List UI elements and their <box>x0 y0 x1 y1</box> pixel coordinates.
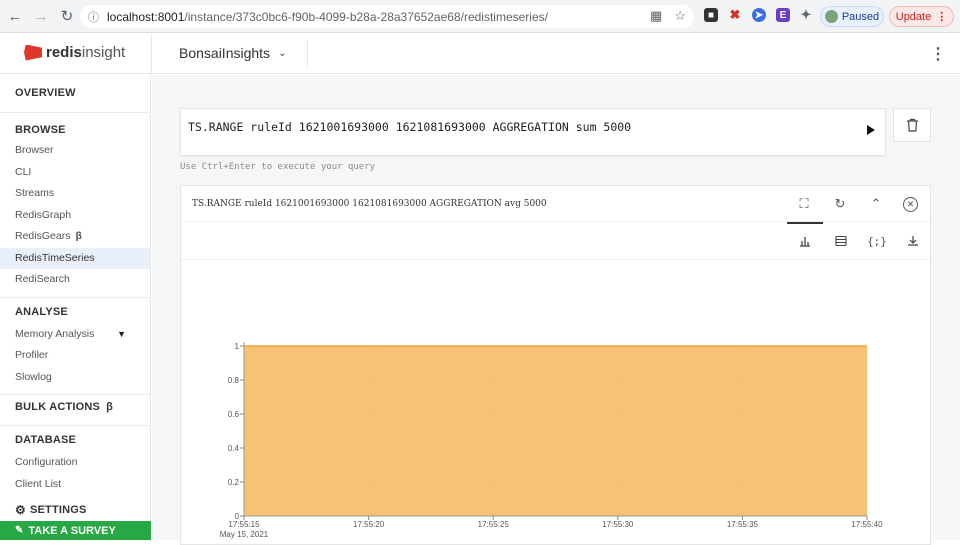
database-selector[interactable]: BonsaiInsights ⌄ <box>179 45 286 61</box>
sidebar: OVERVIEW BROWSE Browser CLI Streams Redi… <box>0 75 151 540</box>
update-button[interactable]: Update ⋮ <box>889 6 954 27</box>
reload-icon[interactable]: ↻ <box>56 5 78 27</box>
extension-icon-x[interactable]: ✖ <box>728 7 742 22</box>
sidebar-item-redisgears[interactable]: RedisGears β <box>0 226 150 248</box>
url-path: /instance/373c0bc6-f90b-4099-b28a-28a376… <box>184 9 548 24</box>
gear-icon: ⚙ <box>15 503 26 517</box>
more-vert-icon: ⋮ <box>936 11 948 23</box>
sidebar-divider <box>0 112 150 113</box>
y-tick-label: 0.6 <box>228 410 240 419</box>
x-tick-label: 17:55:35 <box>727 520 759 529</box>
delete-button[interactable] <box>893 108 931 142</box>
sidebar-divider <box>0 296 150 298</box>
sidebar-overview[interactable]: OVERVIEW <box>0 87 150 101</box>
redis-logo-icon <box>24 44 42 61</box>
sidebar-item-redisgraph[interactable]: RedisGraph <box>0 205 150 227</box>
sidebar-item-redisearch[interactable]: RediSearch <box>0 269 150 291</box>
logo-rest: insight <box>81 44 126 61</box>
x-axis-date-label: May 15, 2021 <box>220 530 269 539</box>
beta-badge: β <box>75 230 82 242</box>
x-tick-label: 17:55:15 <box>228 520 260 529</box>
y-tick-label: 1 <box>235 342 240 351</box>
extension-icon-1[interactable]: ■ <box>704 8 718 22</box>
bookmark-star-icon[interactable]: ☆ <box>674 8 686 24</box>
x-axis: 17:55:15 17:55:20 17:55:25 17:55:30 17:55:35… <box>228 515 883 529</box>
redisinsight-logo[interactable]: redisinsight <box>24 44 125 61</box>
forward-icon[interactable]: → <box>30 5 52 27</box>
update-label: Update <box>895 10 932 23</box>
sidebar-item-streams[interactable]: Streams <box>0 183 150 205</box>
paused-label: Paused <box>841 10 880 23</box>
avatar <box>824 10 838 23</box>
caret-down-icon: ▼ <box>117 328 126 339</box>
sidebar-divider <box>0 425 150 426</box>
sidebar-item-slowlog[interactable]: Slowlog <box>0 367 150 389</box>
x-tick-label: 17:55:25 <box>478 520 510 529</box>
y-tick-label: 0.4 <box>228 444 240 453</box>
extension-icon-e[interactable]: E <box>776 8 790 22</box>
query-editor[interactable]: TS.RANGE ruleId 1621001693000 1621081693… <box>180 108 886 156</box>
series-area <box>244 346 867 516</box>
chevron-down-icon: ⌄ <box>278 47 287 59</box>
qr-icon[interactable]: ▦ <box>650 8 662 24</box>
back-icon[interactable]: ← <box>4 5 26 27</box>
y-axis: 00.20.40.60.81 <box>228 342 245 521</box>
app-header <box>0 34 960 74</box>
more-options-icon[interactable]: ⋮ <box>930 44 946 64</box>
sidebar-section-analyse: ANALYSE <box>15 305 68 318</box>
sidebar-section-browse: BROWSE <box>15 124 66 136</box>
sidebar-item-redistimeseries[interactable]: RedisTimeSeries <box>0 247 150 269</box>
extension-icon-compass[interactable]: ➤ <box>752 8 766 22</box>
timeseries-chart: 00.20.40.60.81 17:55:15 17:55:20 17:55:25 1… <box>220 342 883 539</box>
header-divider <box>151 34 152 74</box>
sidebar-item-browser[interactable]: Browser <box>0 140 150 162</box>
y-tick-label: 0.2 <box>228 478 240 487</box>
beta-badge: β <box>106 401 114 413</box>
extensions-puzzle-icon[interactable]: ✦ <box>799 7 813 22</box>
sidebar-item-memory-analysis[interactable]: Memory Analysis ▼ <box>0 324 150 346</box>
run-icon[interactable] <box>867 125 875 135</box>
address-bar[interactable]: ⓘ localhost:8001/instance/373c0bc6-f90b-… <box>80 5 694 28</box>
query-input[interactable]: TS.RANGE ruleId 1621001693000 1621081693… <box>188 120 631 134</box>
sidebar-divider <box>0 394 150 395</box>
url-host: localhost:8001 <box>107 9 185 24</box>
execute-hint: Use Ctrl+Enter to execute your query <box>180 162 376 172</box>
sidebar-item-configuration[interactable]: Configuration <box>0 452 150 474</box>
sidebar-bulk-actions[interactable]: BULK ACTIONS β <box>0 401 150 413</box>
trash-icon <box>906 118 918 132</box>
info-icon: ⓘ <box>88 11 99 24</box>
survey-icon: ✎ <box>15 525 24 536</box>
logo-bold: redis <box>46 44 82 61</box>
browser-toolbar: ← → ↻ ⓘ localhost:8001/instance/373c0bc6… <box>0 0 960 33</box>
sidebar-item-cli[interactable]: CLI <box>0 162 150 184</box>
x-tick-label: 17:55:40 <box>851 520 883 529</box>
sidebar-item-profiler[interactable]: Profiler <box>0 345 150 367</box>
result-card: TS.RANGE ruleId 1621001693000 1621081693… <box>180 185 931 545</box>
database-name: BonsaiInsights <box>179 45 271 61</box>
y-tick-label: 0.8 <box>228 376 240 385</box>
take-survey-button[interactable]: ✎ TAKE A SURVEY <box>0 521 151 540</box>
workbench-main: TS.RANGE ruleId 1621001693000 1621081693… <box>152 75 960 545</box>
header-divider-2 <box>307 40 308 68</box>
x-tick-label: 17:55:20 <box>353 520 385 529</box>
x-tick-label: 17:55:30 <box>602 520 634 529</box>
sidebar-item-client-list[interactable]: Client List <box>0 474 150 496</box>
profile-paused-button[interactable]: Paused <box>820 6 884 27</box>
sidebar-settings[interactable]: ⚙ SETTINGS <box>0 503 87 517</box>
sidebar-section-database: DATABASE <box>15 434 77 446</box>
